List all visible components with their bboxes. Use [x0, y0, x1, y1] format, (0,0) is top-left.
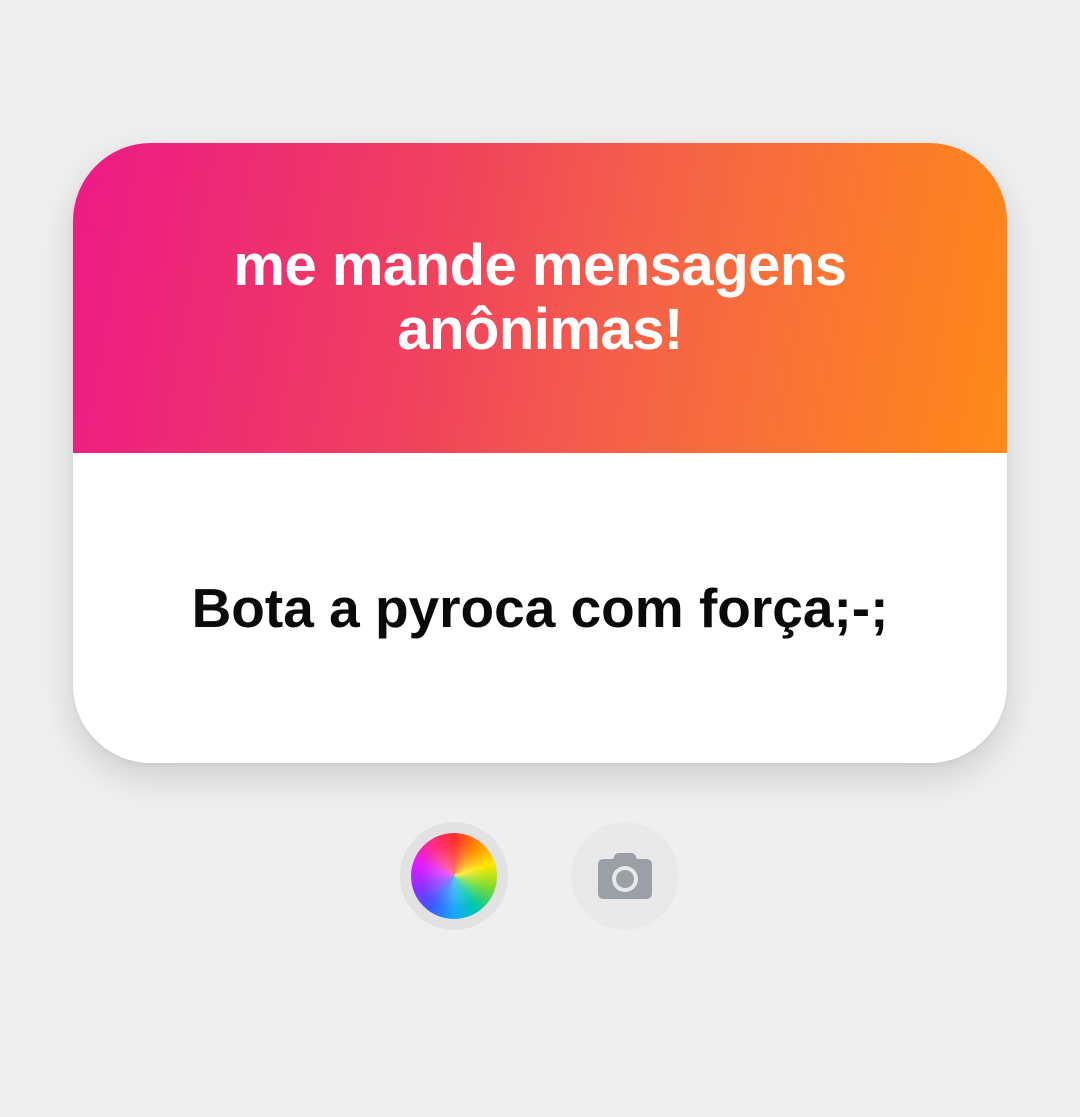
question-sticker-card: me mande mensagens anônimas! Bota a pyro…	[73, 143, 1007, 763]
response-body: Bota a pyroca com força;-;	[73, 453, 1007, 763]
question-header: me mande mensagens anônimas!	[73, 143, 1007, 453]
response-text: Bota a pyroca com força;-;	[191, 577, 889, 639]
color-picker-button[interactable]	[400, 822, 508, 930]
camera-button[interactable]	[571, 822, 679, 930]
color-wheel-icon	[411, 833, 497, 919]
question-prompt: me mande mensagens anônimas!	[233, 233, 847, 362]
camera-icon	[598, 853, 652, 899]
